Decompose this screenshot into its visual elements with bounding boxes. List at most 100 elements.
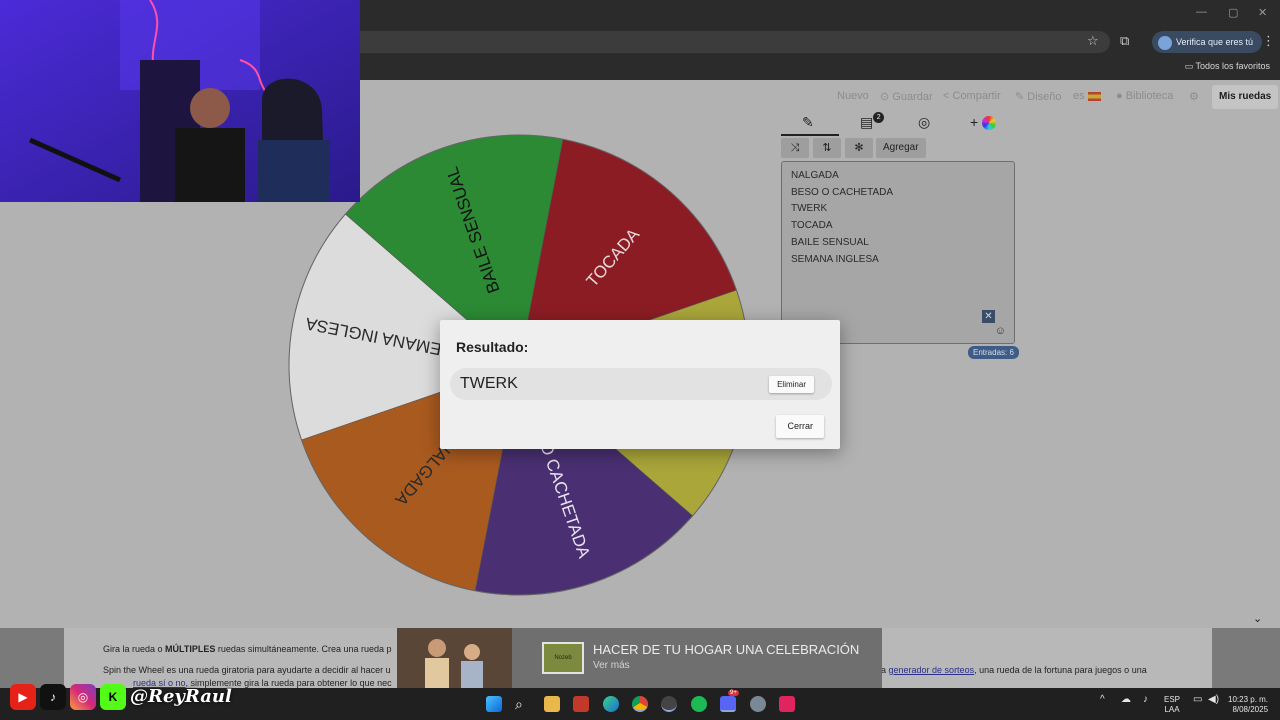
spotify-icon[interactable] xyxy=(691,696,707,712)
footer-line-2-right: na generador de sorteos, una rueda de la… xyxy=(876,665,1147,675)
nav-library-label: Biblioteca xyxy=(1125,90,1174,102)
chrome-icon[interactable] xyxy=(632,696,648,712)
footer-line-2: Spin the Wheel es una rueda giratoria pa… xyxy=(103,665,391,675)
webcam-overlay xyxy=(0,0,360,202)
language-indicator[interactable]: ESP LAA xyxy=(1164,695,1180,715)
settings-icon[interactable] xyxy=(750,696,766,712)
shield-icon xyxy=(1158,35,1172,50)
footer-line-1-bold: MÚLTIPLES xyxy=(165,644,216,654)
edit-pencil-icon[interactable]: ✎ xyxy=(802,114,814,131)
nav-new[interactable]: Nuevo xyxy=(837,90,869,102)
ad-banner[interactable]: Nozeb HACER DE TU HOGAR UNA CELEBRACIÓN … xyxy=(397,628,882,688)
youtube-icon: ▶ xyxy=(10,684,36,710)
clock[interactable]: 10:23 p. m. 8/08/2025 xyxy=(1228,695,1268,715)
entry-line: TWERK xyxy=(791,203,828,215)
close-button[interactable]: Cerrar xyxy=(776,415,824,438)
entry-line: SEMANA INGLESA xyxy=(791,253,879,265)
entries-textarea[interactable]: NALGADA BESO O CACHETADA TWERK TOCADA BA… xyxy=(781,161,1015,344)
kick-icon: K xyxy=(100,684,126,710)
footer-line-1: Gira la rueda o MÚLTIPLES ruedas simultá… xyxy=(103,644,392,654)
obs-icon[interactable] xyxy=(661,696,677,712)
bookmark-star-icon[interactable]: ☆ xyxy=(1087,33,1099,49)
nav-library[interactable]: ● Biblioteca xyxy=(1116,90,1173,102)
microphone-icon[interactable]: ♪ xyxy=(1143,695,1148,705)
lang-code: ESP xyxy=(1164,695,1181,704)
results-badge: 2 xyxy=(873,112,885,123)
add-image-button[interactable]: Agregar ▣ xyxy=(876,138,926,173)
discord-badge: 9+ xyxy=(728,690,739,696)
footer-line-1-prefix: Gira la rueda o xyxy=(103,644,166,654)
entry-line: BAILE SENSUAL xyxy=(791,236,869,248)
ad-image xyxy=(397,628,512,688)
nav-save-label: Guardar xyxy=(892,91,933,103)
media-app-icon[interactable] xyxy=(573,696,589,712)
ad-logo: Nozeb xyxy=(542,642,584,674)
spain-flag-icon xyxy=(1087,91,1101,101)
tiktok-app-icon[interactable] xyxy=(779,696,795,712)
lang-layout: LAA xyxy=(1164,705,1180,714)
chevron-down-icon[interactable]: ⌄ xyxy=(1253,612,1262,625)
minimize-button[interactable]: — xyxy=(1196,6,1207,18)
ad-see-more-link[interactable]: Ver más xyxy=(593,660,630,671)
clock-time: 10:23 p. m. xyxy=(1228,695,1269,704)
footer-line-2-right-post: , una rueda de la fortuna para juegos o … xyxy=(974,665,1147,675)
emoji-icon[interactable]: ☺ xyxy=(995,325,1006,337)
settings-gear-icon[interactable]: ⚙ xyxy=(1189,90,1199,103)
shuffle-icon[interactable]: ⤨ xyxy=(781,138,809,158)
verify-label: Verifica que eres tú xyxy=(1176,37,1254,47)
edge-icon[interactable] xyxy=(603,696,619,712)
result-text: TWERK xyxy=(460,375,518,392)
wheel-settings-icon[interactable]: ✻ xyxy=(845,138,873,158)
sort-icon[interactable]: ⇅ xyxy=(813,138,841,158)
instagram-icon: ◎ xyxy=(70,684,96,710)
editor-tabs: ✎ ▤ 2 ◎ + xyxy=(780,112,1020,136)
discord-icon[interactable]: 9+ xyxy=(720,690,739,712)
nav-language-label: es xyxy=(1073,90,1085,102)
maximize-button[interactable]: ▢ xyxy=(1228,6,1238,19)
webcam-feed xyxy=(0,0,360,202)
color-wheel-icon xyxy=(982,116,997,131)
entry-line: NALGADA xyxy=(791,170,839,181)
ad-photo xyxy=(397,628,512,688)
close-window-button[interactable]: ✕ xyxy=(1258,6,1267,19)
verify-identity-button[interactable]: Verifica que eres tú xyxy=(1152,31,1263,53)
nav-design-label: Diseño xyxy=(1027,91,1062,103)
menu-kebab-icon[interactable]: ⋮ xyxy=(1262,33,1275,49)
nav-share[interactable]: < Compartir xyxy=(943,90,1001,102)
delete-button[interactable]: Eliminar xyxy=(769,376,814,393)
hide-eye-icon[interactable]: ◎ xyxy=(918,114,930,131)
nav-share-label: Compartir xyxy=(952,90,1001,102)
ad-title: HACER DE TU HOGAR UNA CELEBRACIÓN xyxy=(593,642,860,657)
results-clipboard-icon[interactable]: ▤ 2 xyxy=(860,112,885,131)
entry-line: BESO O CACHETADA xyxy=(791,186,894,198)
close-ad-icon[interactable]: ✕ xyxy=(982,310,995,323)
start-icon[interactable] xyxy=(486,696,502,712)
entries-editor: ✎ ▤2 ◎ + ⤨ ⇅ ✻ Agregar ▣ NALGADA BESO O … xyxy=(780,112,1020,359)
result-box: TWERK Eliminar xyxy=(450,368,832,400)
all-favorites-link[interactable]: ▭ Todos los favoritos xyxy=(1185,61,1270,72)
onedrive-icon[interactable]: ☁ xyxy=(1121,695,1131,705)
result-dialog: Resultado: TWERK Eliminar Cerrar xyxy=(440,320,840,449)
dialog-title: Resultado: xyxy=(456,339,529,355)
clock-date: 8/08/2025 xyxy=(1232,705,1269,714)
my-wheels-button[interactable]: Mis ruedas xyxy=(1212,85,1279,109)
volume-icon[interactable]: ◀) xyxy=(1208,695,1219,705)
extensions-icon[interactable]: ⧉ xyxy=(1120,33,1129,49)
nav-language[interactable]: es xyxy=(1073,90,1101,102)
nav-design[interactable]: ✎ Diseño xyxy=(1015,90,1062,103)
address-bar[interactable] xyxy=(300,31,1110,53)
file-explorer-icon[interactable] xyxy=(544,696,560,712)
network-icon[interactable]: ▭ xyxy=(1193,695,1202,705)
nav-save[interactable]: ⊙ Guardar xyxy=(880,90,933,103)
search-icon[interactable]: ⌕ xyxy=(515,696,531,712)
streamer-handle: @ReyRaul xyxy=(130,686,232,707)
tray-chevron-icon[interactable]: ^ xyxy=(1100,695,1105,705)
tiktok-icon: ♪ xyxy=(40,684,66,710)
footer-line-1-suffix: ruedas simultáneamente. Crea una rueda p xyxy=(215,644,392,654)
entry-line: TOCADA xyxy=(791,220,833,232)
active-tab-underline xyxy=(781,134,839,136)
giveaway-generator-link[interactable]: generador de sorteos xyxy=(889,665,975,675)
add-image-label: Agregar xyxy=(883,142,919,153)
favorites-label: Todos los favoritos xyxy=(1195,61,1270,71)
add-color-icon[interactable]: + xyxy=(970,114,997,131)
